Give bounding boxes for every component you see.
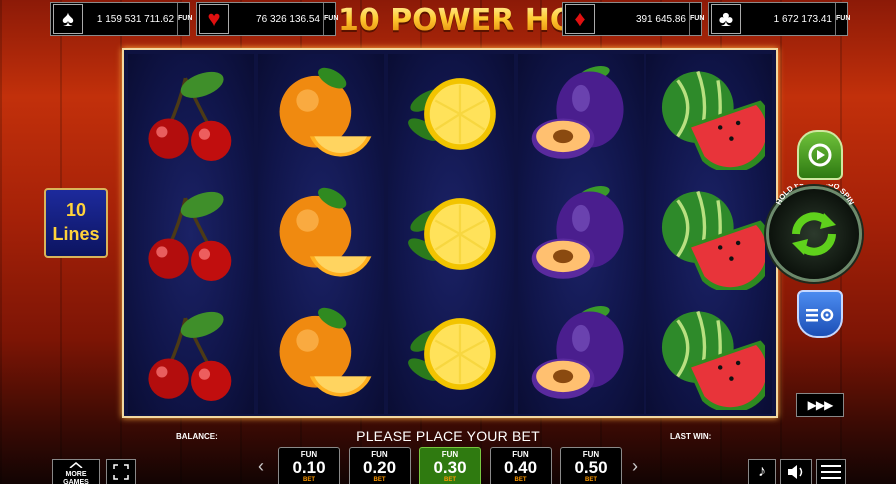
bet-caption: BET bbox=[585, 477, 597, 483]
autoplay-icon bbox=[808, 143, 832, 167]
reel-1 bbox=[128, 54, 254, 414]
watermelon-symbol bbox=[646, 54, 772, 174]
watermelon-symbol bbox=[646, 174, 772, 294]
lemon-symbol bbox=[388, 294, 514, 414]
reel-3 bbox=[388, 54, 514, 414]
bet-caption: BET bbox=[303, 477, 315, 483]
turbo-spin-hint: HOLD FOR TURBO SPIN bbox=[768, 176, 862, 214]
cherry-icon bbox=[148, 191, 232, 282]
status-message: PLEASE PLACE YOUR BET bbox=[356, 428, 540, 444]
club-icon: ♣ bbox=[711, 4, 741, 34]
jackpot-spade: ♠ 1 159 531 711.62 FUN bbox=[50, 2, 192, 36]
jackpot-amount: 1 672 173.41 bbox=[773, 13, 832, 25]
bet-caption: BET bbox=[373, 477, 386, 483]
bet-option-button[interactable]: FUN 0.10 BET bbox=[278, 447, 340, 484]
orange-icon bbox=[279, 67, 372, 157]
more-games-button[interactable]: MORE GAMES bbox=[52, 459, 100, 484]
plum-symbol bbox=[518, 54, 644, 174]
jackpot-currency: FUN bbox=[323, 3, 338, 35]
plum-symbol bbox=[518, 174, 644, 294]
spade-icon: ♠ bbox=[53, 4, 83, 34]
bet-caption: BET bbox=[514, 477, 527, 483]
cherry-icon bbox=[148, 311, 232, 402]
cherry-symbol bbox=[128, 54, 254, 174]
reel-5 bbox=[646, 54, 772, 414]
game-logo: 10 POWER HOT bbox=[338, 3, 596, 38]
cherry-symbol bbox=[128, 174, 254, 294]
orange-icon bbox=[279, 187, 372, 277]
jackpot-currency: FUN bbox=[835, 3, 850, 35]
lemon-icon bbox=[408, 318, 496, 390]
bet-value: 0.20 bbox=[362, 458, 397, 477]
last-win-label: LAST WIN: bbox=[670, 432, 712, 441]
bet-value: 0.10 bbox=[292, 458, 326, 477]
jackpot-currency: FUN bbox=[177, 3, 192, 35]
bet-value: 0.40 bbox=[503, 458, 538, 477]
bet-option-button[interactable]: FUN 0.20 BET bbox=[348, 447, 411, 484]
jackpot-club: ♣ 1 672 173.41 FUN bbox=[708, 2, 850, 36]
hamburger-menu-icon bbox=[821, 465, 841, 479]
more-games-label: MORE GAMES bbox=[63, 471, 89, 484]
bet-option-button[interactable]: FUN 0.40 BET bbox=[489, 447, 552, 484]
watermelon-icon bbox=[661, 190, 765, 290]
fullscreen-icon bbox=[113, 464, 129, 480]
watermelon-icon bbox=[661, 70, 765, 170]
reels-frame bbox=[122, 48, 778, 418]
bet-next-arrow[interactable]: › bbox=[632, 456, 638, 477]
lines-count: 10 bbox=[65, 200, 87, 220]
cherry-symbol bbox=[128, 294, 254, 414]
diamond-icon: ♦ bbox=[565, 4, 595, 34]
bet-settings-button[interactable] bbox=[797, 290, 843, 338]
orange-symbol bbox=[258, 294, 384, 414]
balance-label: BALANCE: bbox=[176, 432, 218, 441]
bet-option-button[interactable]: FUN 0.30 BET bbox=[419, 447, 481, 484]
jackpot-heart: ♥ 76 326 136.54 FUN bbox=[196, 2, 338, 36]
jackpot-amount: 76 326 136.54 bbox=[256, 13, 320, 25]
orange-icon bbox=[279, 307, 372, 397]
jackpot-amount: 391 645.86 bbox=[635, 13, 686, 25]
svg-text:HOLD FOR TURBO SPIN: HOLD FOR TURBO SPIN bbox=[774, 184, 856, 206]
plum-icon bbox=[531, 66, 624, 159]
autoplay-button[interactable] bbox=[797, 130, 843, 180]
lines-label: Lines bbox=[52, 224, 100, 244]
fast-forward-button[interactable]: ▶▶▶ bbox=[796, 393, 844, 417]
speaker-icon bbox=[788, 465, 803, 479]
heart-icon: ♥ bbox=[199, 4, 229, 34]
bet-caption: BET bbox=[444, 477, 456, 483]
watermelon-symbol bbox=[646, 294, 772, 414]
plum-icon bbox=[531, 186, 624, 279]
plum-icon bbox=[531, 306, 624, 399]
bet-prev-arrow[interactable]: ‹ bbox=[258, 456, 264, 477]
music-button[interactable]: ♪ bbox=[748, 459, 776, 484]
plum-symbol bbox=[518, 294, 644, 414]
menu-button[interactable] bbox=[816, 459, 846, 484]
bet-value: 0.50 bbox=[574, 458, 608, 477]
bet-value: 0.30 bbox=[433, 458, 467, 477]
jackpot-currency: FUN bbox=[689, 3, 704, 35]
lemon-symbol bbox=[388, 174, 514, 294]
watermelon-icon bbox=[661, 310, 765, 410]
bet-settings-icon bbox=[806, 308, 834, 322]
bet-option-button[interactable]: FUN 0.50 BET bbox=[560, 447, 622, 484]
jackpot-diamond: ♦ 391 645.86 FUN bbox=[562, 2, 704, 36]
home-icon bbox=[69, 462, 83, 469]
jackpot-amount: 1 159 531 711.62 bbox=[96, 13, 174, 25]
cherry-icon bbox=[148, 71, 232, 162]
reel-4 bbox=[518, 54, 644, 414]
music-note-icon: ♪ bbox=[758, 463, 766, 480]
reel-2 bbox=[258, 54, 384, 414]
lemon-icon bbox=[408, 198, 496, 270]
sound-button[interactable] bbox=[780, 459, 812, 484]
orange-symbol bbox=[258, 54, 384, 174]
lemon-symbol bbox=[388, 54, 514, 174]
lemon-icon bbox=[408, 78, 496, 150]
fullscreen-button[interactable] bbox=[106, 459, 136, 484]
lines-indicator: 10 Lines bbox=[44, 188, 108, 258]
orange-symbol bbox=[258, 174, 384, 294]
